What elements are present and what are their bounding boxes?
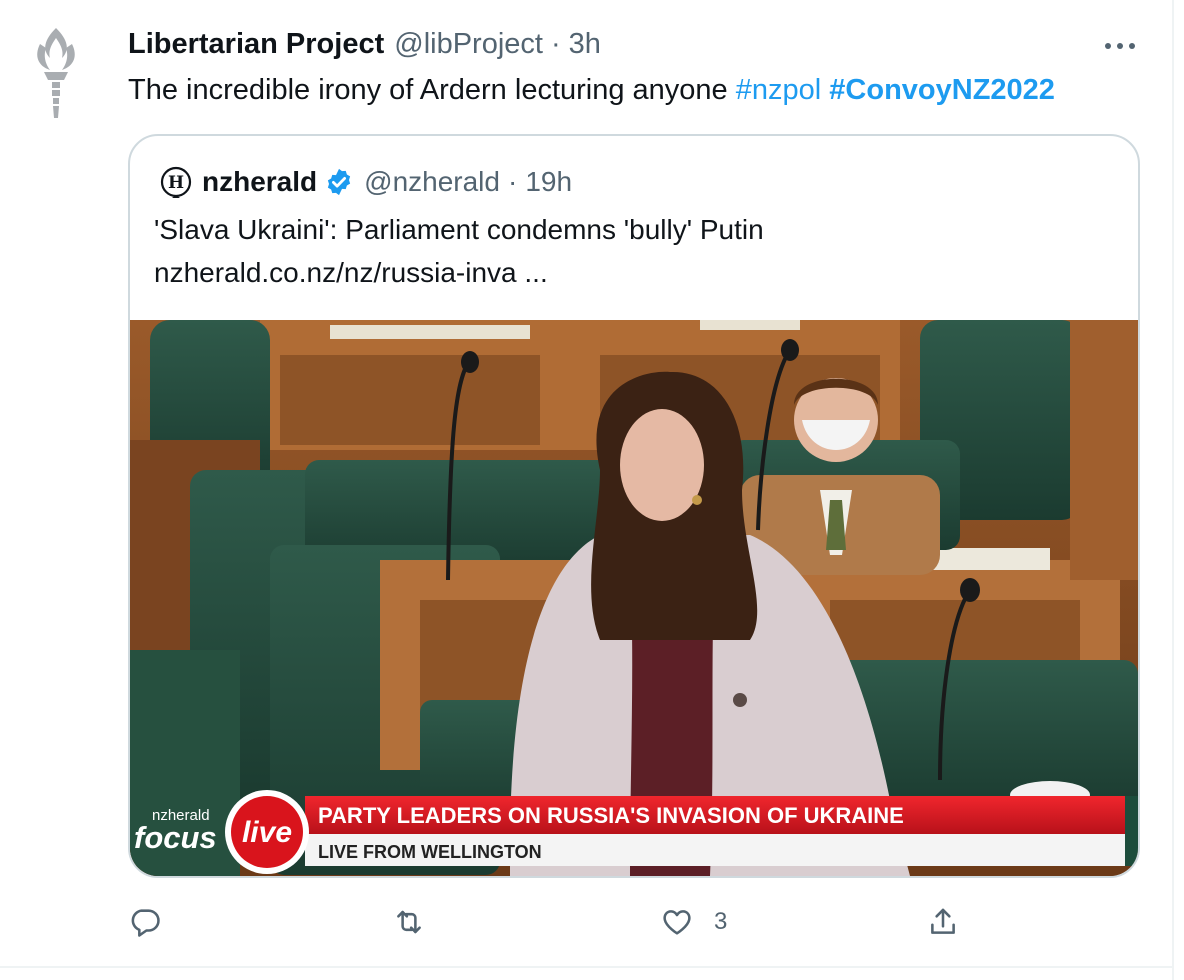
retweet-button[interactable]: [392, 900, 426, 944]
author-name[interactable]: Libertarian Project: [128, 28, 384, 61]
reply-button[interactable]: [128, 900, 162, 944]
focus-logo: focus: [134, 820, 217, 855]
share-icon: [931, 908, 955, 934]
quoted-tweet-text: 'Slava Ukraini': Parliament condemns 'bu…: [154, 214, 764, 245]
tweet[interactable]: Libertarian Project @libProject · 3h The…: [0, 0, 1184, 980]
retweet-icon: [397, 910, 421, 934]
like-count: 3: [714, 908, 728, 935]
tweet-text-body: The incredible irony of Ardern lecturing…: [128, 74, 736, 106]
quoted-separator-dot: ·: [507, 166, 518, 197]
quoted-author-handle[interactable]: @nzherald: [364, 166, 500, 198]
quoted-tweet-card[interactable]: H nzherald @nzherald · 19h 'Slava Ukrain…: [128, 134, 1140, 878]
hashtag-convoynz2022[interactable]: #ConvoyNZ2022: [829, 74, 1055, 106]
lower-third-subtitle: LIVE FROM WELLINGTON: [318, 842, 542, 862]
tweet-timestamp[interactable]: 3h: [569, 28, 601, 61]
heart-icon: [663, 910, 691, 935]
separator-dot: ·: [550, 28, 561, 60]
tweet-action-bar: 3: [128, 900, 988, 944]
more-horizontal-icon[interactable]: [1100, 30, 1140, 60]
quoted-tweet-link[interactable]: nzherald.co.nz/nz/russia-inva ...: [154, 253, 548, 293]
tweet-header: Libertarian Project @libProject · 3h: [128, 28, 601, 64]
quoted-author-name[interactable]: nzherald: [202, 166, 317, 198]
share-button[interactable]: [926, 900, 960, 944]
live-logo: live: [242, 816, 292, 849]
svg-text:H: H: [168, 173, 184, 193]
hashtag-nzpol[interactable]: #nzpol: [736, 74, 821, 106]
tweet-divider: [0, 966, 1172, 968]
torch-logo-avatar[interactable]: [14, 22, 98, 122]
video-thumbnail[interactable]: PARTY LEADERS ON RUSSIA'S INVASION OF UK…: [130, 320, 1138, 876]
reply-icon: [131, 909, 160, 937]
verified-badge-icon: [328, 168, 351, 196]
tweet-text: The incredible irony of Ardern lecturing…: [128, 71, 1055, 109]
quoted-header: nzherald @nzherald · 19h: [202, 164, 572, 200]
nzherald-avatar[interactable]: H: [160, 166, 192, 198]
column-divider: [1172, 0, 1174, 980]
lower-third-headline: PARTY LEADERS ON RUSSIA'S INVASION OF UK…: [318, 803, 904, 828]
like-button[interactable]: 3: [660, 900, 727, 944]
author-handle[interactable]: @libProject: [394, 28, 543, 61]
quoted-timestamp[interactable]: 19h: [525, 166, 572, 198]
